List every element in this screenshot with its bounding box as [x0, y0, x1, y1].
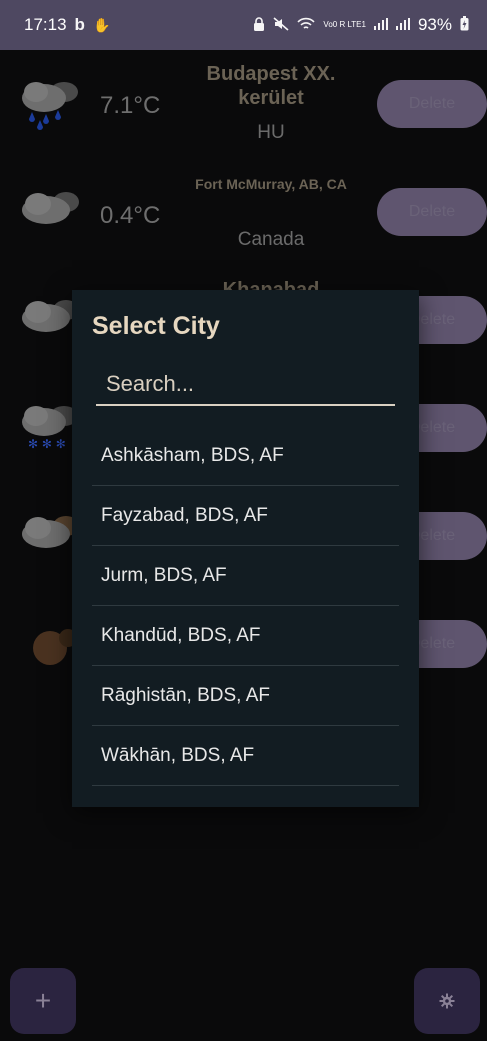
- country-name: Canada: [237, 229, 305, 250]
- temperature: 7.1°C: [100, 92, 161, 119]
- cloud-icon: [22, 192, 79, 224]
- signal-icon: [395, 17, 410, 33]
- battery-charging-icon: [460, 16, 469, 34]
- location-row[interactable]: 7.1°C Budapest XX. kerület HU Delete: [0, 56, 487, 156]
- volte-icon: Vo0 R LTE1: [323, 20, 366, 29]
- battery-text: 93%: [417, 15, 452, 34]
- b-app-icon: b: [74, 15, 85, 34]
- city-list: Ashkāsham, BDS, AF Fayzabad, BDS, AF Jur…: [92, 426, 399, 786]
- dialog-title: Select City: [92, 312, 220, 340]
- delete-button[interactable]: Delete: [377, 188, 487, 236]
- lock-icon: [253, 16, 265, 34]
- plus-icon: +: [34, 985, 52, 1016]
- country-name: HU: [257, 122, 285, 143]
- signal-icon: [373, 17, 388, 33]
- rain-cloud-icon: [22, 82, 78, 130]
- mute-icon: [273, 16, 289, 34]
- temperature: 0.4°C: [100, 202, 161, 229]
- status-left: 17:13 b ✋: [24, 15, 110, 35]
- status-bar: 17:13 b ✋ Vo0 R LTE1 93%: [0, 0, 487, 50]
- status-time: 17:13: [24, 15, 67, 34]
- search-input[interactable]: [96, 364, 395, 406]
- settings-button[interactable]: [414, 968, 480, 1034]
- delete-button[interactable]: Delete: [377, 80, 487, 128]
- city-name: Budapest XX. kerület: [206, 63, 336, 109]
- status-right: Vo0 R LTE1 93%: [253, 15, 469, 35]
- location-row[interactable]: 0.4°C Fort McMurray, AB, CA Canada Delet…: [0, 164, 487, 264]
- city-list-item[interactable]: Ashkāsham, BDS, AF: [92, 426, 399, 486]
- wifi-icon: [297, 17, 316, 34]
- city-list-item[interactable]: Jurm, BDS, AF: [92, 546, 399, 606]
- city-list-item[interactable]: Khandūd, BDS, AF: [92, 606, 399, 666]
- svg-text:✻ ✻ ✻: ✻ ✻ ✻: [28, 437, 66, 451]
- hand-icon: ✋: [92, 16, 111, 33]
- gear-icon: [439, 993, 455, 1009]
- city-list-item[interactable]: Wākhān, BDS, AF: [92, 726, 399, 786]
- add-city-button[interactable]: +: [10, 968, 76, 1034]
- city-list-item[interactable]: Fayzabad, BDS, AF: [92, 486, 399, 546]
- city-list-item[interactable]: Rāghistān, BDS, AF: [92, 666, 399, 726]
- city-name: Fort McMurray, AB, CA: [195, 176, 347, 192]
- select-city-dialog: Select City Ashkāsham, BDS, AF Fayzabad,…: [72, 290, 419, 807]
